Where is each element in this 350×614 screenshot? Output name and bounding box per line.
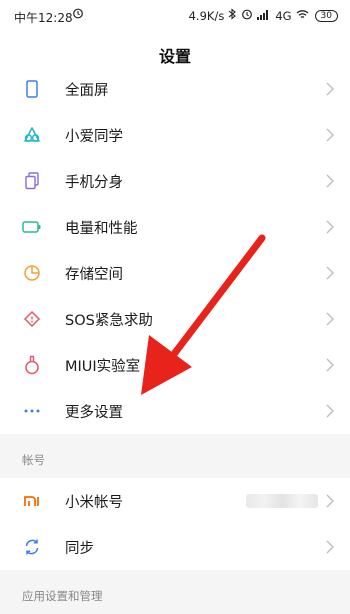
settings-item-sync[interactable]: 同步 [0, 524, 350, 570]
settings-item-label: 手机分身 [65, 174, 123, 191]
settings-item-label: 小米帐号 [65, 494, 123, 511]
settings-item-label: 全面屏 [65, 82, 109, 99]
chevron-right-icon [326, 82, 334, 96]
settings-item-sos[interactable]: SOS紧急求助 [0, 296, 350, 342]
sync-icon [22, 537, 42, 557]
section-title: 帐号 [22, 453, 45, 467]
wifi-icon [296, 9, 309, 23]
storage-pie-icon [22, 263, 42, 283]
network-speed: 4.9K/s [188, 8, 225, 23]
chevron-right-icon [326, 220, 334, 234]
settings-item-label: 存储空间 [65, 266, 123, 283]
settings-item-label: SOS紧急求助 [65, 312, 153, 329]
settings-item-label: 小爱同学 [65, 128, 123, 145]
status-indicators: 4.9K/s 4G 30 [189, 8, 338, 23]
mi-logo-icon [22, 491, 42, 511]
more-dots-icon [22, 401, 42, 421]
settings-item-fullscreen[interactable]: 全面屏 [0, 66, 350, 112]
status-bar: 中午12:28 4.9K/s 4G 30 [0, 0, 350, 32]
section-header-account: 帐号 [0, 434, 350, 478]
settings-item-storage[interactable]: 存储空间 [0, 250, 350, 296]
settings-item-miui-lab[interactable]: MIUI实验室 [0, 342, 350, 388]
section-title: 应用设置和管理 [22, 589, 103, 603]
settings-item-more[interactable]: 更多设置 [0, 388, 350, 434]
chevron-right-icon [326, 128, 334, 142]
settings-item-xiaoai[interactable]: 小爱同学 [0, 112, 350, 158]
chevron-right-icon [326, 312, 334, 326]
alarm-icon [72, 7, 84, 22]
sos-icon [22, 309, 42, 329]
phone-frame-icon [22, 79, 42, 99]
settings-item-second-space[interactable]: 手机分身 [0, 158, 350, 204]
bluetooth-icon [228, 8, 237, 23]
section-header-apps: 应用设置和管理 [0, 570, 350, 614]
redacted-account-value [246, 494, 318, 508]
network-type: 4G [275, 8, 292, 23]
chevron-right-icon [326, 404, 334, 418]
chevron-right-icon [326, 540, 334, 554]
settings-item-battery[interactable]: 电量和性能 [0, 204, 350, 250]
status-time: 中午12:28 [14, 11, 73, 25]
settings-list: 全面屏 小爱同学 手机分身 电量和性能 存储空间 SOS紧急求助 MIUI实验室… [0, 66, 350, 614]
xiaoai-icon [22, 125, 42, 145]
second-space-icon [22, 171, 42, 191]
settings-item-label: 更多设置 [65, 404, 123, 421]
chevron-right-icon [326, 494, 334, 508]
settings-item-label: 电量和性能 [65, 220, 138, 237]
chevron-right-icon [326, 266, 334, 280]
settings-item-label: 同步 [65, 540, 94, 557]
alarm-icon [241, 8, 253, 23]
settings-item-mi-account[interactable]: 小米帐号 [0, 478, 350, 524]
battery-icon [22, 217, 42, 237]
chevron-right-icon [326, 174, 334, 188]
signal-icon [257, 9, 271, 23]
battery-indicator: 30 [314, 9, 338, 22]
settings-item-label: MIUI实验室 [65, 358, 141, 375]
lab-flask-icon [22, 355, 42, 375]
chevron-right-icon [326, 358, 334, 372]
